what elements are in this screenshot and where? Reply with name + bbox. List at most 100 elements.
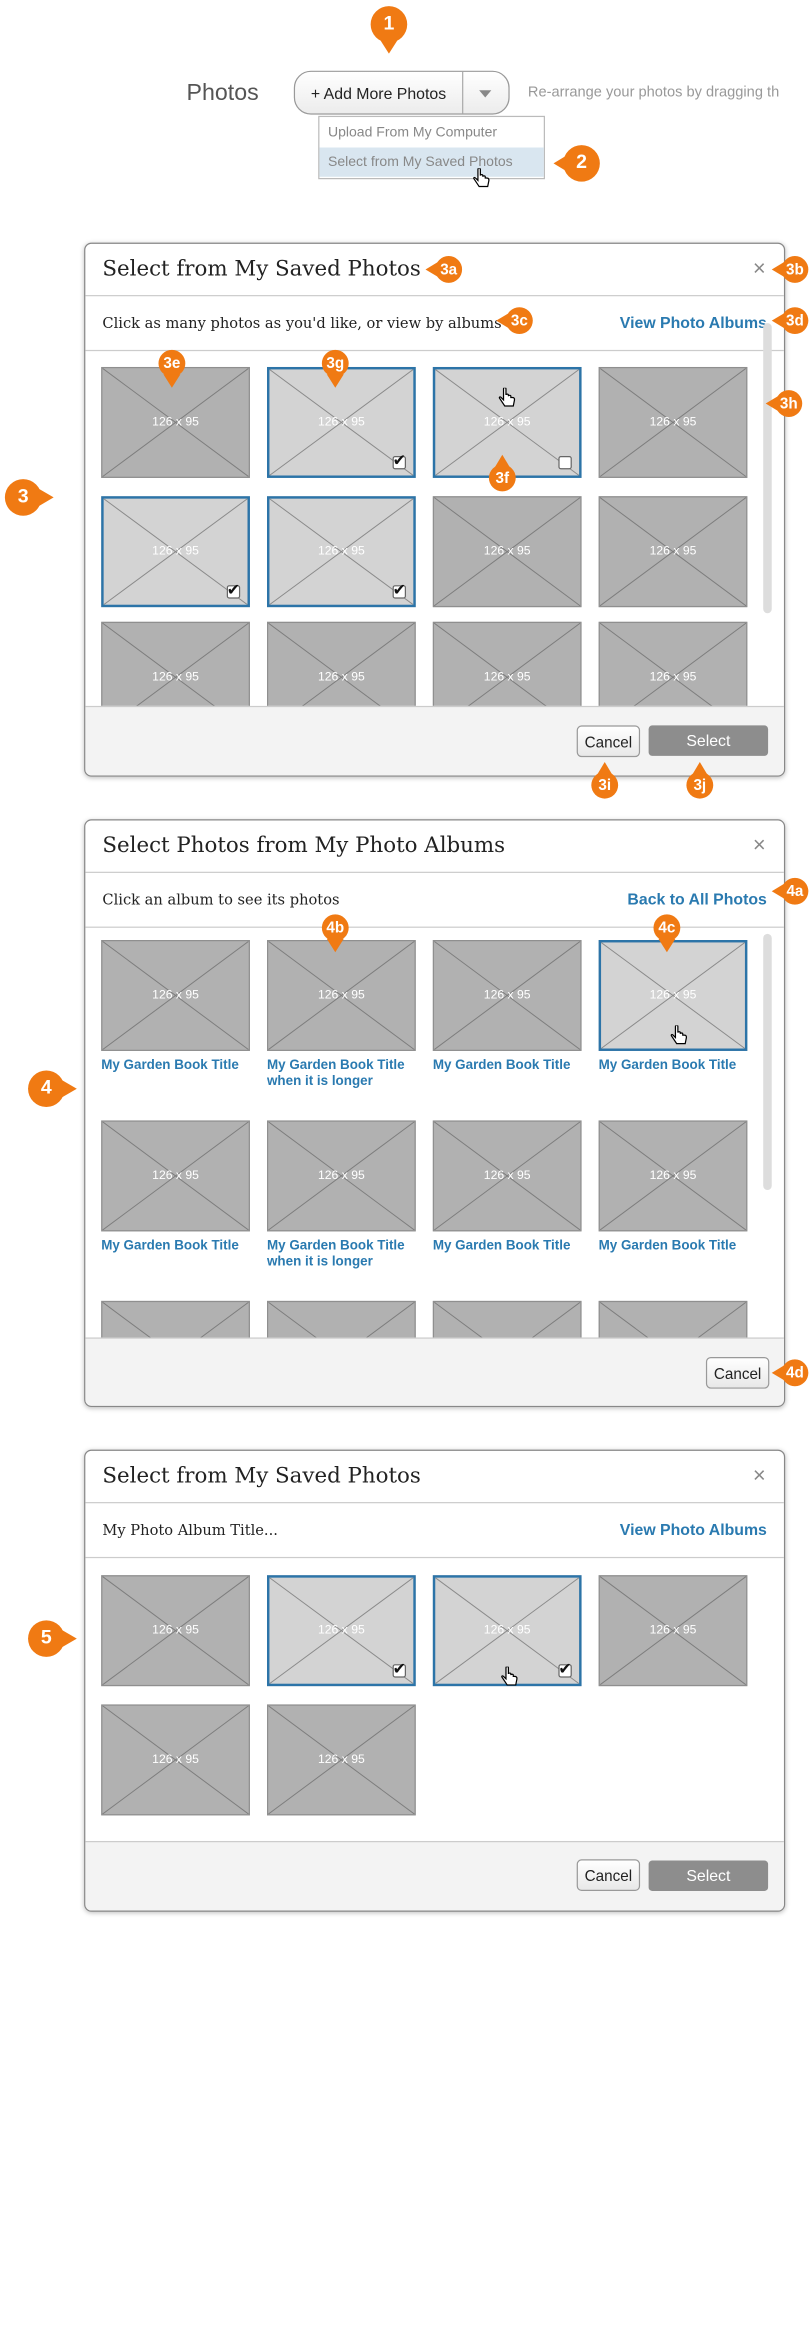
scrollbar[interactable] [763,323,772,614]
callout-4: 4 [28,1070,77,1108]
photo-checkbox[interactable]: ✔ [558,1659,572,1678]
callout-3d: 3d [771,307,809,335]
photo-thumbnail[interactable]: 126 x 95 [101,621,250,706]
photo-thumbnail[interactable]: 126 x 95 [432,496,582,608]
back-to-all-photos-link[interactable]: Back to All Photos [627,890,766,908]
photo-thumbnail[interactable]: 126 x 95 [267,621,416,706]
album-photos-dialog: Select from My Saved Photos × My Photo A… [84,1449,786,1912]
menu-item-saved-photos[interactable]: Select from My Saved Photos [319,147,544,177]
album-title-link[interactable]: My Garden Book Title [101,1239,259,1255]
photo-thumbnail[interactable]: 126 x 95 [432,1120,582,1232]
callout-1: 1 [370,6,408,54]
select-button[interactable]: Select [648,725,769,756]
close-icon[interactable]: × [753,833,766,859]
photo-checkbox[interactable]: ✔ [226,581,241,599]
cancel-button[interactable]: Cancel [576,725,641,758]
thumbnail-size-label: 126 x 95 [152,1623,199,1638]
thumbnail-size-label: 126 x 95 [649,670,697,684]
checkmark-icon: ✔ [558,1659,572,1678]
photo-thumbnail[interactable]: 126 x 95 ✔ [267,1575,416,1687]
photo-thumbnail[interactable]: 126 x 95 ✔ [267,496,416,608]
callout-3: 3 [4,479,54,516]
thumbnail-size-label: 126 x 95 [268,1302,414,1337]
album-title-link[interactable]: My Garden Book Title [433,1058,591,1074]
photo-thumbnail[interactable]: 126 x 95 [598,1120,748,1232]
photo-thumbnail[interactable]: 126 x 95 [267,940,416,1051]
photo-thumbnail[interactable]: 126 x 95 [267,1704,416,1816]
scrollbar[interactable] [763,933,772,1190]
callout-3j: 3j [686,762,714,799]
thumbnail-size-label: 126 x 95 [317,1753,365,1767]
menu-item-upload[interactable]: Upload From My Computer [319,118,543,147]
callout-4b: 4b [321,914,349,953]
callout-3f: 3f [488,454,516,492]
select-button[interactable]: Select [648,1860,769,1891]
photo-thumbnail[interactable]: 126 x 95 [598,1300,748,1338]
view-photo-albums-link[interactable]: View Photo Albums [620,1520,767,1538]
photo-thumbnail[interactable]: 126 x 95 [598,366,748,478]
photo-thumbnail[interactable]: 126 x 95 [101,940,250,1051]
album-title-link[interactable]: My Garden Book Title when it is longer [267,1239,425,1271]
divider [85,295,784,297]
photo-thumbnail[interactable]: 126 x 95 [101,1300,250,1338]
divider [85,1502,784,1504]
photo-thumbnail[interactable]: 126 x 95 [598,496,748,608]
thumbnail-size-label: 126 x 95 [483,988,531,1003]
photo-grid: 126 x 95 126 x 95 ✔ 126 x 95 ✔ 126 x 95 126 x … [85,1558,784,1841]
album-title: My Photo Album Title... [102,1521,278,1539]
photo-thumbnail[interactable]: 126 x 95 ✔ [101,496,250,608]
callout-3a: 3a [425,256,463,283]
callout-2: 2 [553,145,600,182]
view-photo-albums-link[interactable]: View Photo Albums [620,313,767,331]
close-icon[interactable]: × [753,1463,766,1489]
photo-thumbnail[interactable]: 126 x 95 [432,1300,582,1338]
dialog-footer: Cancel [85,1337,784,1406]
photo-thumbnail[interactable]: 126 x 95 [432,940,582,1051]
thumbnail-size-label: 126 x 95 [600,1302,746,1337]
photo-thumbnail[interactable]: 126 x 95 [101,1575,250,1687]
dialog-instruction: Click an album to see its photos [102,891,340,909]
callout-3e: 3e [158,349,186,388]
checkmark-icon: ✔ [392,451,406,470]
photo-thumbnail[interactable]: 126 x 95 [101,1704,250,1816]
photo-checkbox[interactable]: ✔ [392,452,406,470]
close-icon[interactable]: × [753,256,766,282]
photo-albums-dialog: Select Photos from My Photo Albums × Cli… [84,819,786,1407]
photo-thumbnail[interactable]: 126 x 95 [267,1120,416,1232]
callout-4c: 4c [653,914,681,953]
photos-label: Photos [186,80,259,107]
add-more-photos-button[interactable]: + Add More Photos [293,70,510,115]
thumbnail-size-label: 126 x 95 [434,1302,580,1337]
dialog-title: Select from My Saved Photos [102,1464,421,1489]
thumbnail-size-label: 126 x 95 [152,670,199,684]
photo-thumbnail[interactable]: 126 x 95 [598,1575,748,1687]
photo-thumbnail[interactable]: 126 x 95 [267,1300,416,1338]
photo-thumbnail[interactable]: 126 x 95 [598,621,748,706]
hand-cursor-icon [498,387,516,407]
thumbnail-size-label: 126 x 95 [483,1169,531,1183]
rearrange-hint: Re-arrange your photos by dragging th [527,82,780,100]
cancel-button[interactable]: Cancel [705,1356,770,1389]
photo-thumbnail[interactable]: 126 x 95 [101,1120,250,1232]
photo-checkbox[interactable]: ✔ [392,580,406,599]
album-title-link[interactable]: My Garden Book Title [599,1239,757,1255]
checkmark-icon: ✔ [392,580,406,599]
callout-3i: 3i [591,762,619,799]
photo-thumbnail[interactable]: 126 x 95 [432,621,582,706]
album-title-link[interactable]: My Garden Book Title [433,1239,591,1255]
thumbnail-size-label: 126 x 95 [483,670,531,684]
cancel-button[interactable]: Cancel [576,1859,641,1891]
photo-checkbox[interactable] [558,455,572,470]
album-title-link[interactable]: My Garden Book Title [101,1058,259,1074]
dialog-footer: Cancel Select [85,1840,784,1911]
album-title-link[interactable]: My Garden Book Title [599,1058,757,1074]
thumbnail-size-label: 126 x 95 [152,988,199,1003]
button-divider [462,71,464,114]
divider [85,871,784,873]
chevron-down-icon[interactable] [479,90,492,98]
album-title-link[interactable]: My Garden Book Title when it is longer [267,1058,425,1090]
thumbnail-size-label: 126 x 95 [649,1169,697,1183]
callout-3h: 3h [765,390,803,417]
thumbnail-size-label: 126 x 95 [483,544,531,559]
photo-checkbox[interactable]: ✔ [392,1660,406,1678]
